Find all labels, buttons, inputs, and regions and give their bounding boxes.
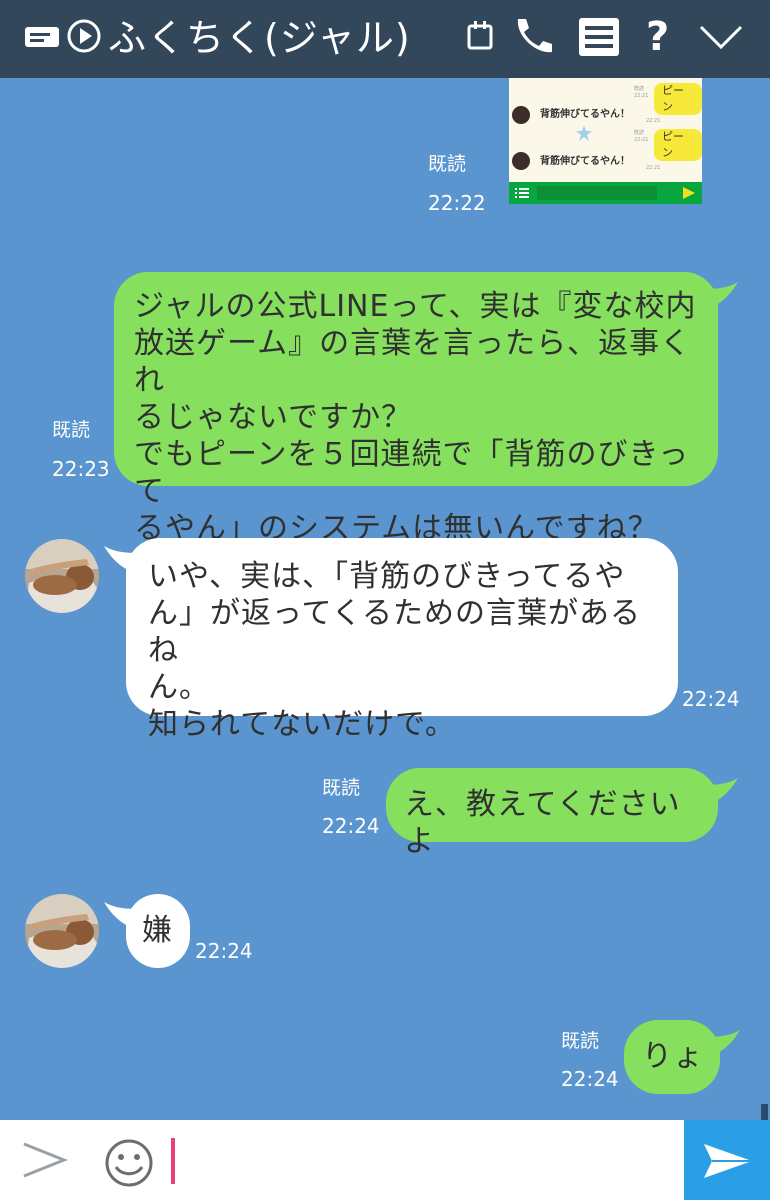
message-bubble[interactable]: え、教えてくださいよ [386, 768, 718, 859]
message-bubble[interactable]: 嫌 [126, 894, 190, 968]
thumb-avatar [512, 106, 530, 124]
message-input[interactable] [166, 1130, 676, 1190]
message-time: 22:23 [52, 457, 110, 481]
read-receipt: 既読 [322, 777, 361, 799]
thumb-avatar [512, 152, 530, 170]
expand-chevron-icon[interactable] [20, 1140, 68, 1180]
message-time: 22:22 [428, 191, 486, 215]
chevron-down-icon[interactable] [698, 22, 744, 52]
message-line: え、教えてくださいよ [404, 787, 681, 859]
message-line: るじゃないですか？ [134, 400, 413, 435]
thumb-time: 22:21 [634, 93, 649, 99]
send-button[interactable] [684, 1120, 770, 1200]
chat-area[interactable]: 既読 22:22 既読 22:21 ピーン 背筋伸びてるやん！ 22:21 既読… [0, 78, 770, 1120]
thumb-time: 22:21 [634, 137, 649, 143]
read-receipt: 既読 [561, 1030, 600, 1052]
message-time: 22:24 [195, 939, 253, 963]
menu-icon[interactable] [578, 17, 620, 57]
thumb-time: 22:21 [646, 118, 661, 124]
list-icon [515, 188, 529, 198]
message-input-bar [0, 1120, 770, 1200]
message-line: ん」が返ってくるための言葉があるね [148, 596, 641, 668]
calendar-icon[interactable] [466, 20, 496, 52]
message-line: いや、実は、「背筋のびきってるや [148, 559, 626, 594]
thumb-message: 背筋伸びてるやん！ [540, 109, 630, 120]
read-receipt: 既読 [52, 419, 91, 441]
star-icon [576, 125, 592, 141]
keyboard-icon[interactable] [24, 26, 60, 48]
image-message[interactable]: 既読 22:21 ピーン 背筋伸びてるやん！ 22:21 既読 22:21 ピー… [509, 78, 702, 204]
bubble-tail [700, 1030, 740, 1056]
message-line: でもピーンを５回連続で「背筋のびきって [134, 437, 690, 509]
chat-title: ふくちく(ジャル) [108, 16, 411, 60]
message-line: 知られてないだけで。 [148, 707, 456, 742]
message-bubble[interactable]: いや、実は、「背筋のびきってるや ん」が返ってくるための言葉があるね ん。 知ら… [126, 538, 678, 742]
message-line: ジャルの公式LINEって、実は『変な校内 [134, 289, 697, 324]
play-icon[interactable] [66, 18, 102, 54]
thumb-input-bar [509, 182, 702, 204]
send-icon [683, 187, 695, 199]
chat-header: ふくちく(ジャル) ? [0, 0, 770, 78]
avatar[interactable] [25, 894, 99, 968]
thumb-pill: ピーン [654, 83, 702, 115]
phone-icon[interactable] [512, 16, 556, 56]
message-line: 嫌 [142, 913, 173, 948]
message-time: 22:24 [561, 1067, 619, 1091]
avatar[interactable] [25, 539, 99, 613]
send-icon [704, 1144, 752, 1178]
thumb-pill: ピーン [654, 129, 702, 161]
message-time: 22:24 [322, 814, 380, 838]
emoji-icon[interactable] [102, 1138, 156, 1188]
message-line: ん。 [148, 670, 210, 705]
message-line: 放送ゲーム』の言葉を言ったら、返事くれ [134, 326, 692, 398]
read-receipt: 既読 [428, 153, 467, 175]
text-caret [171, 1138, 175, 1184]
thumb-input-field [537, 186, 657, 200]
thumb-message: 背筋伸びてるやん！ [540, 156, 630, 167]
scroll-indicator[interactable] [761, 1104, 768, 1120]
help-icon[interactable]: ? [646, 14, 669, 60]
bubble-tail [698, 282, 738, 308]
thumb-read-label: 既読 [634, 86, 645, 92]
bubble-tail [698, 778, 738, 804]
message-time: 22:24 [682, 687, 740, 711]
message-bubble[interactable]: ジャルの公式LINEって、実は『変な校内 放送ゲーム』の言葉を言ったら、返事くれ… [114, 272, 718, 546]
thumb-time: 22:21 [646, 165, 661, 171]
thumb-read-label: 既読 [634, 130, 645, 136]
